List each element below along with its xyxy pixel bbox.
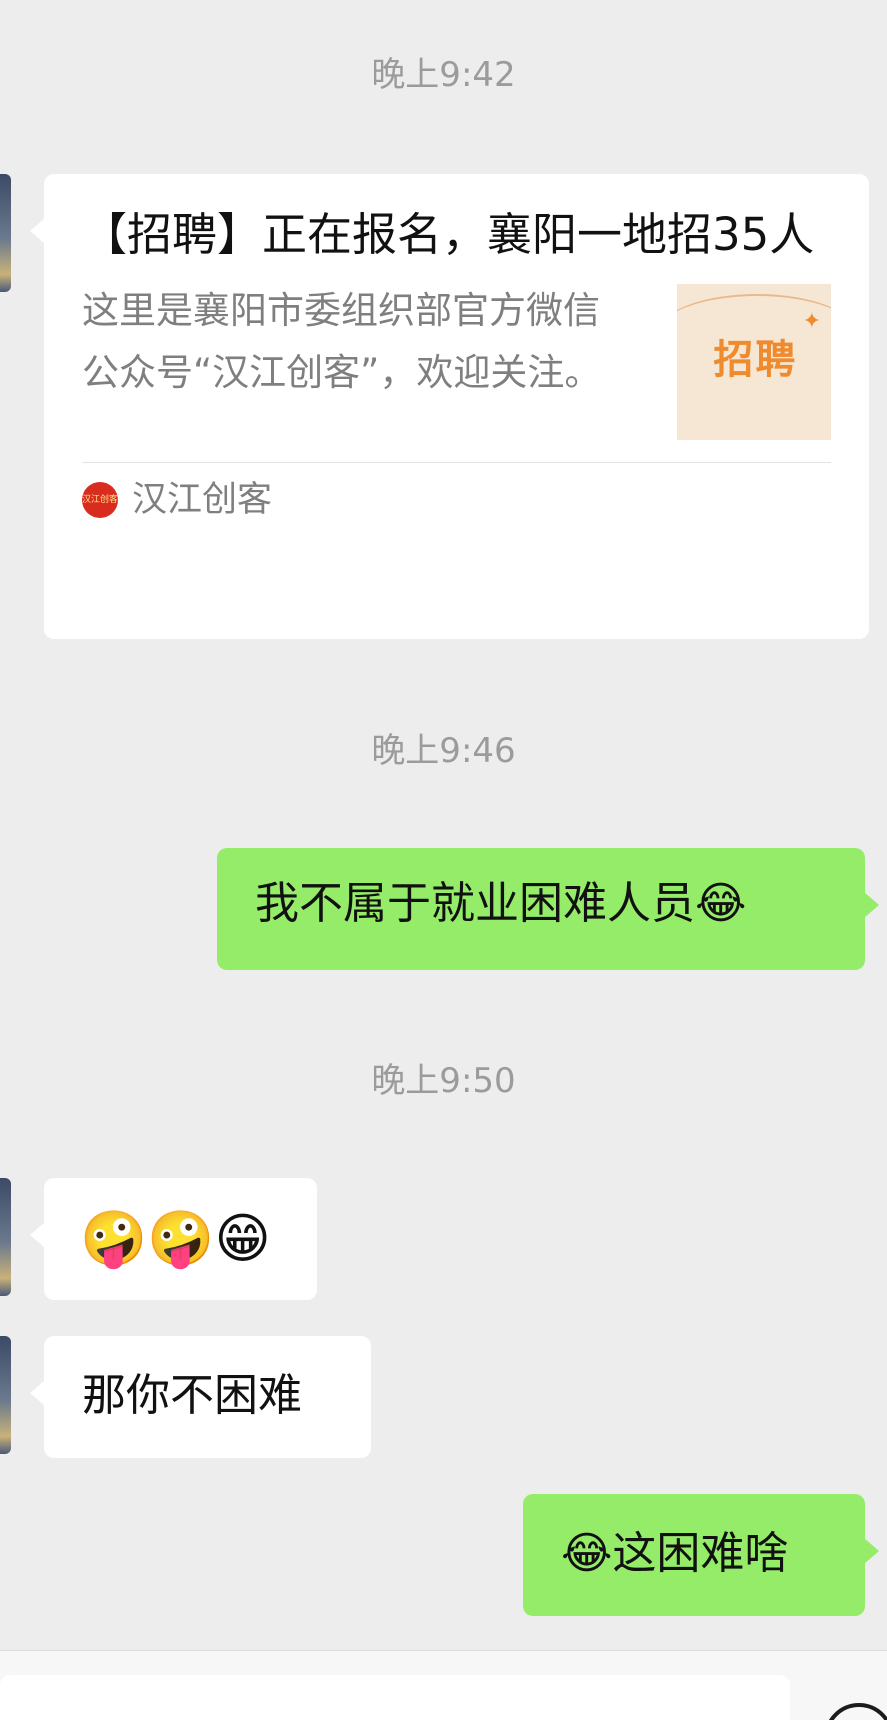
timestamp: 晚上9:50 [371,1061,516,1101]
input-bar [0,1650,887,1720]
thumbnail-text: 招聘 [713,337,798,383]
link-card-thumbnail: ✦ 招聘 [677,284,831,440]
message-bubble-incoming[interactable]: 那你不困难 [30,1336,371,1458]
message-bubble-outgoing[interactable]: 我不属于就业困难人员😂 [217,848,879,970]
chat-window: 晚上9:42 【招聘】正在报名，襄阳一地招35人 这里是襄阳市委组织部官方微信公… [0,0,887,1720]
message-text: 😂这困难啥 [561,1528,789,1579]
contact-avatar[interactable] [0,1336,11,1454]
link-card-description: 这里是襄阳市委组织部官方微信公众号“汉江创客”，欢迎关注。 [82,289,602,394]
message-text: 我不属于就业困难人员😂 [255,878,747,929]
link-card-source: 汉江创客 汉江创客 [82,463,831,537]
contact-avatar[interactable] [0,1178,11,1296]
link-card[interactable]: 【招聘】正在报名，襄阳一地招35人 这里是襄阳市委组织部官方微信公众号“汉江创客… [30,174,869,639]
smiley-face-icon[interactable] [824,1703,887,1720]
link-card-title: 【招聘】正在报名，襄阳一地招35人 [82,208,815,261]
message-text: 那你不困难 [82,1370,302,1421]
message-bubble-incoming[interactable]: 🤪🤪😁 [30,1178,317,1300]
message-emoji-text: 🤪🤪😁 [80,1207,271,1270]
timestamp: 晚上9:46 [371,731,516,771]
timestamp: 晚上9:42 [371,55,516,95]
source-name: 汉江创客 [132,480,273,520]
contact-avatar[interactable] [0,174,11,292]
message-input[interactable] [0,1675,790,1720]
source-logo-icon: 汉江创客 [82,482,118,518]
message-bubble-outgoing[interactable]: 😂这困难啥 [523,1494,879,1616]
